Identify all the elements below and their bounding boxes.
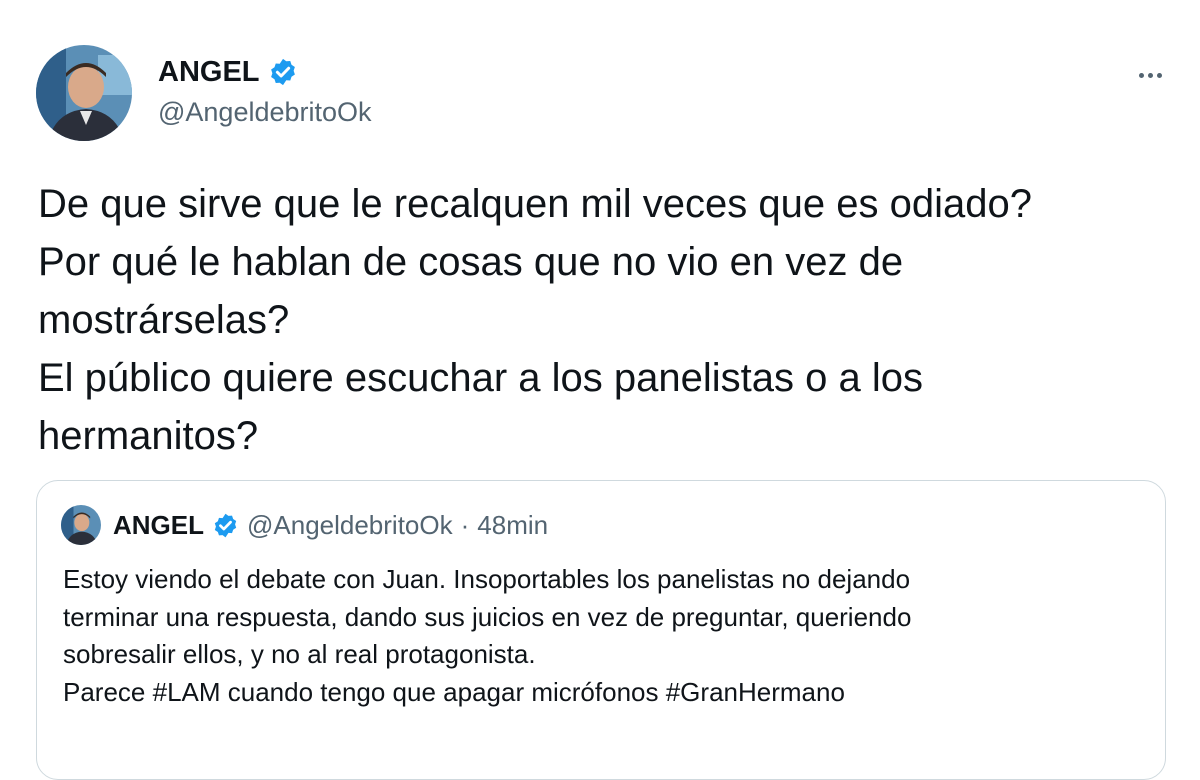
tweet-text-line: Por qué le hablan de cosas que no vio en… (38, 240, 904, 284)
tweet-text-line: mostrárselas? (38, 298, 290, 342)
author-name-row: ANGEL (158, 54, 298, 90)
quoted-tweet-header: ANGEL @AngeldebritoOk · 48min (113, 509, 548, 541)
verified-badge-icon (212, 512, 239, 539)
quoted-text-line: terminar una respuesta, dando sus juicio… (63, 601, 912, 632)
tweet-text-line: hermanitos? (38, 414, 259, 458)
quoted-author-handle[interactable]: @AngeldebritoOk (247, 509, 453, 541)
dot (1147, 72, 1153, 78)
dot (1138, 72, 1144, 78)
dot (1156, 72, 1162, 78)
tweet-text: De que sirve que le recalquen mil veces … (38, 175, 1178, 465)
quoted-text-line: Estoy viendo el debate con Juan. Insopor… (63, 564, 911, 594)
quoted-author-name[interactable]: ANGEL (113, 509, 204, 541)
author-handle[interactable]: @AngeldebritoOk (158, 95, 372, 129)
quoted-author-avatar[interactable] (61, 505, 101, 545)
quoted-text-line: sobresalir ellos, y no al real protagoni… (63, 639, 536, 669)
more-options-icon[interactable] (1130, 60, 1170, 90)
separator: · (460, 510, 470, 540)
quoted-tweet-text: Estoy viendo el debate con Juan. Insopor… (63, 561, 911, 711)
quoted-tweet-card[interactable]: ANGEL @AngeldebritoOk · 48min Estoy vien… (36, 480, 1166, 780)
author-avatar[interactable] (36, 45, 132, 141)
verified-badge-icon (268, 57, 298, 87)
tweet-text-line: De que sirve que le recalquen mil veces … (38, 182, 1032, 226)
author-name[interactable]: ANGEL (158, 54, 260, 90)
quoted-text-line: Parece #LAM cuando tengo que apagar micr… (63, 676, 845, 707)
tweet-text-line: El público quiere escuchar a los panelis… (38, 356, 923, 400)
quoted-tweet-time[interactable]: 48min (477, 509, 548, 541)
